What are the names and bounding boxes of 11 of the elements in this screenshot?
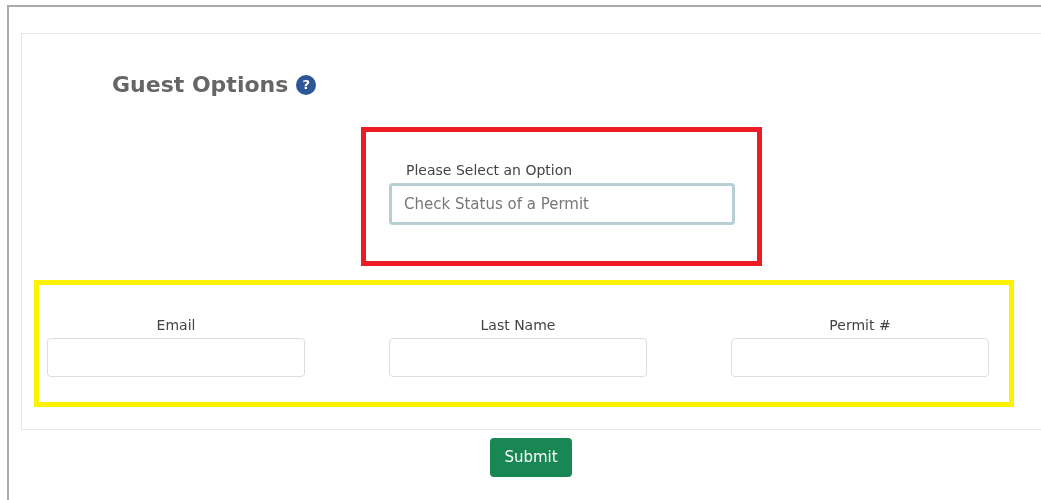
- input-field[interactable]: [731, 338, 989, 377]
- input-field[interactable]: [47, 338, 305, 377]
- input-field[interactable]: [389, 338, 647, 377]
- option-select[interactable]: Check Status of a Permit: [389, 183, 735, 225]
- field-label: Email: [156, 316, 196, 335]
- submit-button[interactable]: Submit: [490, 438, 572, 477]
- field-label: Last Name: [480, 316, 556, 335]
- help-icon[interactable]: ?: [296, 74, 317, 95]
- page-title: Guest Options: [112, 71, 289, 99]
- field-label: Permit #: [829, 316, 891, 335]
- field-label: Please Select an Option: [406, 161, 574, 180]
